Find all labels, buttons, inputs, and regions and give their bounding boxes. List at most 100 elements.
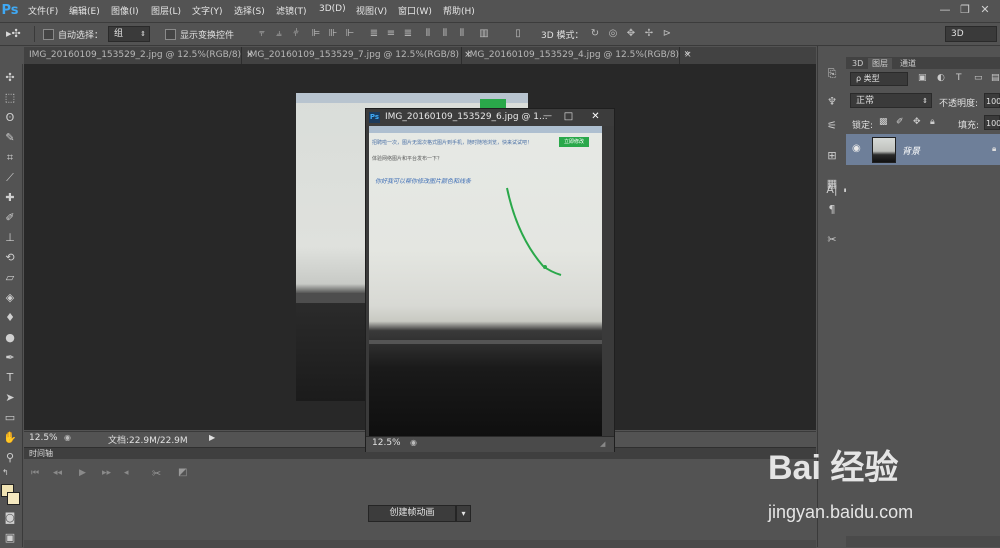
blur-tool-icon[interactable]: ♦ — [2, 310, 18, 326]
align-top-icon[interactable]: ⫧ — [256, 28, 268, 40]
tools-preset-panel-icon[interactable]: ✂ — [824, 232, 840, 248]
floating-maximize-button[interactable]: □ — [558, 109, 579, 124]
floating-document-window[interactable]: Ps IMG_20160109_153529_6.jpg @ 1... — □ … — [365, 108, 615, 452]
next-frame-icon[interactable]: ▸▸ — [102, 468, 111, 478]
blend-mode-dropdown[interactable]: 正常 ⇕ — [850, 93, 932, 108]
3d-scale-icon[interactable]: ⊳ — [661, 28, 673, 40]
filter-type-icon[interactable]: T — [956, 73, 962, 83]
brush-preset-panel-icon[interactable]: ♆ — [824, 94, 840, 110]
tab-layers[interactable]: 图层 — [868, 58, 892, 69]
filter-smart-icon[interactable]: ▤ — [991, 73, 1000, 83]
menu-3d[interactable]: 3D(D) — [319, 4, 346, 14]
menu-type[interactable]: 文字(Y) — [192, 4, 223, 17]
zoom-level[interactable]: 12.5% — [29, 433, 58, 443]
align-hcenter-icon[interactable]: ⊪ — [327, 28, 339, 40]
swap-colors-icon[interactable]: ↰ — [2, 468, 9, 477]
filter-adjust-icon[interactable]: ◐ — [937, 73, 945, 83]
tab-3d[interactable]: 3D — [848, 58, 867, 69]
lock-transparent-icon[interactable]: ▩ — [879, 117, 888, 127]
hand-tool-icon[interactable]: ✋ — [2, 430, 18, 446]
distribute-vcenter-icon[interactable]: ≡ — [385, 28, 397, 40]
tab-document-2[interactable]: IMG_20160109_153529_2.jpg @ 12.5%(RGB/8)… — [24, 47, 254, 64]
lock-all-icon[interactable]: 🔒︎ — [930, 117, 935, 127]
window-restore-button[interactable]: ❐ — [956, 2, 974, 18]
paint-bucket-tool-icon[interactable]: ◈ — [2, 290, 18, 306]
align-left-icon[interactable]: ⊫ — [310, 28, 322, 40]
layer-filter-dropdown[interactable]: ρ 类型 — [850, 72, 908, 86]
window-close-button[interactable]: ✕ — [976, 2, 994, 18]
distribute-top-icon[interactable]: ≣ — [368, 28, 380, 40]
menu-view[interactable]: 视图(V) — [356, 4, 387, 17]
lock-pixels-icon[interactable]: ✐ — [896, 117, 904, 127]
path-select-tool-icon[interactable]: ➤ — [2, 390, 18, 406]
zoom-tool-icon[interactable]: ⚲ — [2, 450, 18, 466]
align-vcenter-icon[interactable]: ⫨ — [273, 28, 285, 40]
screen-mode-icon[interactable]: ▣ — [2, 530, 18, 546]
info-icon[interactable]: ◉ — [410, 438, 417, 447]
menu-file[interactable]: 文件(F) — [28, 4, 58, 17]
dodge-tool-icon[interactable]: ● — [2, 330, 18, 346]
distribute-bottom-icon[interactable]: ≣ — [402, 28, 414, 40]
menu-image[interactable]: 图像(I) — [111, 4, 139, 17]
opacity-input[interactable]: 100 — [984, 93, 1000, 108]
crop-tool-icon[interactable]: ⌗ — [2, 150, 18, 166]
transition-icon[interactable]: ◩ — [178, 467, 187, 478]
distribute-left-icon[interactable]: ⦀ — [422, 28, 434, 40]
menu-select[interactable]: 选择(S) — [234, 4, 265, 17]
eyedropper-tool-icon[interactable]: ⟋ — [2, 170, 18, 186]
menu-window[interactable]: 窗口(W) — [398, 4, 432, 17]
history-brush-tool-icon[interactable]: ⟲ — [2, 250, 18, 266]
layer-row-background[interactable]: ◉ 背景 🔒︎ — [846, 134, 1000, 165]
eraser-tool-icon[interactable]: ▱ — [2, 270, 18, 286]
character-panel-icon[interactable]: A| — [824, 182, 840, 198]
menu-filter[interactable]: 滤镜(T) — [276, 4, 307, 17]
move-tool-preset-icon[interactable]: ▸✣ — [6, 27, 26, 41]
first-frame-icon[interactable]: ⏮ — [31, 468, 39, 478]
lock-position-icon[interactable]: ✥ — [913, 117, 921, 127]
pen-tool-icon[interactable]: ✒ — [2, 350, 18, 366]
floating-zoom-level[interactable]: 12.5% — [372, 438, 401, 448]
marquee-tool-icon[interactable]: ⬚ — [2, 90, 18, 106]
auto-select-checkbox[interactable] — [43, 29, 54, 40]
3d-slide-icon[interactable]: ✢ — [643, 28, 655, 40]
lasso-tool-icon[interactable]: ʘ — [2, 110, 18, 126]
chevron-down-icon[interactable]: ▾ — [456, 505, 471, 522]
workspace-dropdown[interactable]: 3D — [945, 26, 997, 42]
resize-grip-icon[interactable]: ◢ — [600, 440, 605, 448]
info-icon[interactable]: ◉ — [64, 433, 71, 442]
tab-channels[interactable]: 通道 — [896, 58, 920, 69]
3d-roll-icon[interactable]: ◎ — [607, 28, 619, 40]
auto-align-icon[interactable]: ▥ — [478, 28, 490, 40]
floating-window-titlebar[interactable]: Ps IMG_20160109_153529_6.jpg @ 1... — □ … — [366, 109, 614, 126]
audio-icon[interactable]: ◂ — [124, 468, 129, 478]
menu-edit[interactable]: 编辑(E) — [69, 4, 100, 17]
properties-panel-icon[interactable]: ⊞ — [824, 148, 840, 164]
background-color-swatch[interactable] — [7, 492, 20, 505]
fill-input[interactable]: 100 — [984, 115, 1000, 130]
tab-document-4[interactable]: IMG_20160109_153529_4.jpg @ 12.5%(RGB/8)… — [462, 47, 692, 64]
tab-overflow-button[interactable]: » — [684, 48, 690, 59]
brush-tool-icon[interactable]: ✐ — [2, 210, 18, 226]
history-panel-icon[interactable]: ⎘ — [824, 66, 840, 82]
split-scissors-icon[interactable]: ✂ — [152, 467, 161, 480]
filter-pixel-icon[interactable]: ▣ — [918, 73, 927, 83]
visibility-eye-icon[interactable]: ◉ — [852, 143, 861, 154]
floating-minimize-button[interactable]: — — [537, 109, 558, 124]
quick-select-tool-icon[interactable]: ✎ — [2, 130, 18, 146]
move-tool-icon[interactable]: ✣ — [2, 70, 18, 86]
menu-help[interactable]: 帮助(H) — [443, 4, 475, 17]
distribute-hcenter-icon[interactable]: ⦀ — [439, 28, 451, 40]
play-icon[interactable]: ▶ — [79, 468, 86, 478]
3d-pan-icon[interactable]: ✥ — [625, 28, 637, 40]
type-tool-icon[interactable]: T — [2, 370, 18, 386]
status-arrow-icon[interactable]: ▶ — [209, 433, 215, 442]
quick-mask-icon[interactable]: ◙ — [2, 510, 18, 526]
healing-brush-tool-icon[interactable]: ✚ — [2, 190, 18, 206]
paragraph-panel-icon[interactable]: ¶ — [824, 202, 840, 218]
filter-shape-icon[interactable]: ▭ — [974, 73, 983, 83]
adjustments-panel-icon[interactable]: ⚟ — [824, 118, 840, 134]
create-frame-animation-button[interactable]: 创建帧动画 — [368, 505, 456, 522]
distribute-right-icon[interactable]: ⦀ — [456, 28, 468, 40]
3d-rotate-icon[interactable]: ↻ — [589, 28, 601, 40]
menu-layer[interactable]: 图层(L) — [151, 4, 181, 17]
